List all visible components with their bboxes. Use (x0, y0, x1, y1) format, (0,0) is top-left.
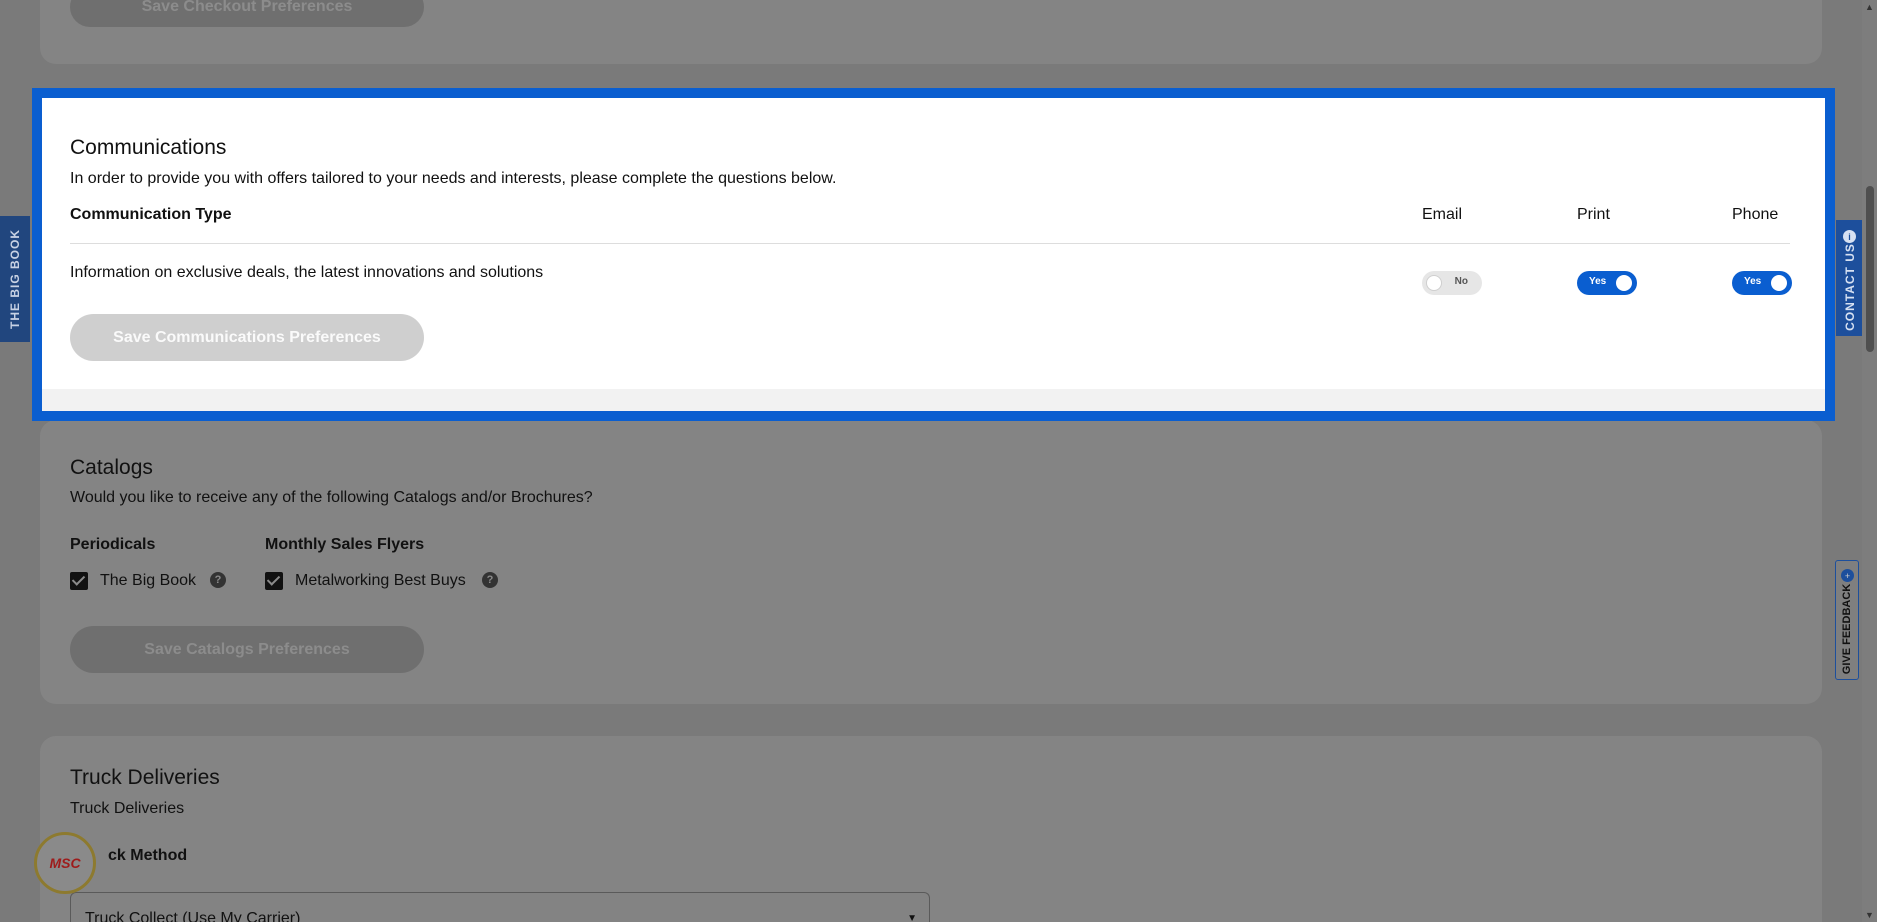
communications-description: In order to provide you with offers tail… (70, 170, 837, 187)
toggle-knob (1771, 275, 1787, 291)
truck-method-value: Truck Collect (Use My Carrier) (85, 910, 301, 922)
communications-panel: Communications In order to provide you w… (32, 88, 1835, 421)
give-feedback-label: GIVE FEEDBACK (1841, 584, 1853, 675)
catalogs-title: Catalogs (70, 456, 153, 479)
big-book-checkbox[interactable] (70, 572, 88, 590)
column-print: Print (1577, 206, 1610, 223)
truck-subtitle: Truck Deliveries (70, 800, 185, 817)
panel-footer (42, 389, 1825, 411)
divider (70, 243, 1790, 244)
phone-toggle-text: Yes (1744, 276, 1762, 287)
checkout-card: Save Checkout Preferences (40, 0, 1822, 64)
catalogs-description: Would you like to receive any of the fol… (70, 489, 593, 506)
print-toggle-text: Yes (1589, 276, 1607, 287)
info-icon: i (1843, 230, 1856, 243)
contact-us-label: CONTACT US (1842, 243, 1857, 332)
question-icon[interactable]: ? (210, 572, 226, 588)
save-communications-button[interactable]: Save Communications Preferences (70, 314, 424, 361)
scroll-down-icon[interactable]: ▼ (1865, 910, 1874, 920)
question-icon[interactable]: ? (482, 572, 498, 588)
phone-toggle[interactable]: Yes (1732, 271, 1792, 295)
scroll-up-icon[interactable]: ▲ (1865, 2, 1874, 12)
email-toggle-text: No (1454, 276, 1468, 287)
page-scrollbar[interactable]: ▲ ▼ (1862, 0, 1877, 922)
email-toggle[interactable]: No (1422, 271, 1482, 295)
give-feedback-tab[interactable]: + GIVE FEEDBACK (1835, 560, 1859, 680)
truck-method-select[interactable]: Truck Collect (Use My Carrier) ▼ (70, 892, 930, 922)
truck-title: Truck Deliveries (70, 766, 220, 789)
big-book-side-tab-label: THE BIG BOOK (8, 228, 22, 330)
save-checkout-button[interactable]: Save Checkout Preferences (70, 0, 424, 27)
msc-logo[interactable]: MSC (34, 832, 96, 894)
best-buys-label: Metalworking Best Buys (295, 572, 466, 589)
toggle-knob (1616, 275, 1632, 291)
catalogs-card: Catalogs Would you like to receive any o… (40, 420, 1822, 704)
truck-card: Truck Deliveries Truck Deliveries ck Met… (40, 736, 1822, 922)
plus-icon: + (1841, 569, 1854, 582)
msc-logo-text: MSC (49, 855, 81, 871)
communication-row-label: Information on exclusive deals, the late… (70, 264, 544, 281)
print-toggle[interactable]: Yes (1577, 271, 1637, 295)
column-phone: Phone (1732, 206, 1779, 223)
truck-method-label: ck Method (108, 847, 188, 864)
periodicals-heading: Periodicals (70, 536, 156, 553)
contact-us-tab[interactable]: i CONTACT US (1836, 220, 1863, 336)
column-email: Email (1422, 206, 1463, 223)
big-book-label: The Big Book (100, 572, 197, 589)
best-buys-checkbox[interactable] (265, 572, 283, 590)
communications-title: Communications (70, 136, 227, 159)
chevron-down-icon: ▼ (907, 913, 917, 922)
big-book-side-tab[interactable]: THE BIG BOOK (0, 216, 30, 342)
column-communication-type: Communication Type (70, 206, 232, 223)
toggle-knob (1426, 275, 1442, 291)
scroll-thumb[interactable] (1866, 186, 1874, 352)
sales-flyers-heading: Monthly Sales Flyers (265, 536, 425, 553)
save-catalogs-button[interactable]: Save Catalogs Preferences (70, 626, 424, 673)
